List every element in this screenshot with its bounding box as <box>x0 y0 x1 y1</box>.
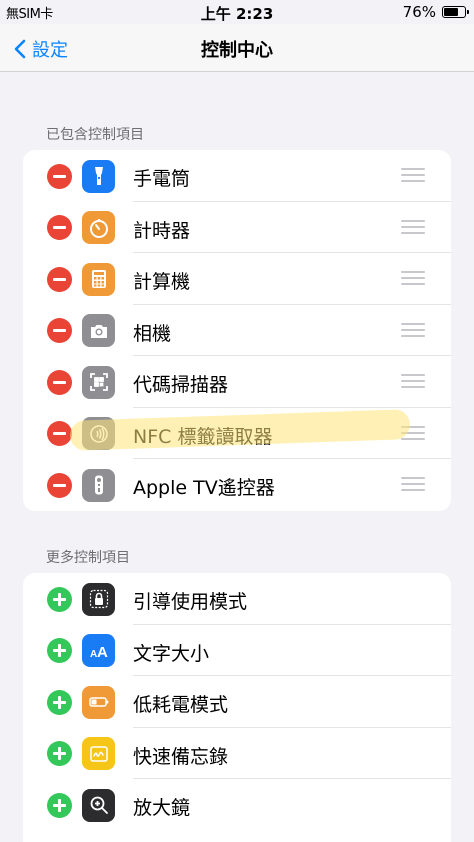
add-button[interactable] <box>47 741 72 766</box>
item-label: NFC 標籤讀取器 <box>133 425 273 448</box>
list-item[interactable]: AA 文字大小 <box>23 625 451 677</box>
list-item[interactable]: 放大鏡 <box>23 779 451 831</box>
drag-handle[interactable] <box>401 374 425 388</box>
item-label: 放大鏡 <box>133 797 191 819</box>
flashlight-icon <box>82 159 115 193</box>
item-label: Apple TV遙控器 <box>133 477 275 499</box>
list-item[interactable]: 計算機 <box>23 253 451 305</box>
drag-handle[interactable] <box>401 219 425 234</box>
included-list: 手電筒 計時器 計算機 相機 代碼掃描器 NFC 標籤讀取器 Apple TV遙… <box>23 150 451 511</box>
list-item[interactable]: NFC 標籤讀取器 <box>23 408 451 460</box>
item-label: 計時器 <box>133 219 191 242</box>
remove-button[interactable] <box>47 215 72 240</box>
lock-icon <box>82 582 115 616</box>
add-button[interactable] <box>47 689 72 715</box>
remove-button[interactable] <box>47 163 72 189</box>
camera-icon <box>82 314 115 347</box>
remove-button[interactable] <box>47 369 72 395</box>
item-label: 文字大小 <box>133 642 210 665</box>
drag-handle[interactable] <box>401 168 425 182</box>
drag-handle[interactable] <box>401 271 425 285</box>
battery-percent: 76% <box>402 3 436 21</box>
list-item[interactable]: 計時器 <box>23 202 451 254</box>
calculator-icon <box>82 262 115 296</box>
svg-text:A: A <box>97 644 108 661</box>
list-item[interactable]: Apple TV遙控器 <box>23 459 451 511</box>
item-label: 快速備忘錄 <box>133 745 229 768</box>
battery-icon <box>82 685 115 719</box>
qr-scanner-icon <box>82 365 115 399</box>
add-button[interactable] <box>47 792 72 818</box>
add-button[interactable] <box>47 638 72 663</box>
drag-handle[interactable] <box>401 322 425 337</box>
remove-button[interactable] <box>47 266 72 292</box>
item-label: 代碼掃描器 <box>133 374 229 396</box>
included-section-header: 已包含控制項目 <box>46 127 144 143</box>
item-label: 低耗電模式 <box>133 694 229 716</box>
navigation-bar: 設定 控制中心 <box>0 24 474 72</box>
tv-remote-icon <box>82 468 115 502</box>
list-item[interactable]: 低耗電模式 <box>23 676 451 728</box>
battery-tip <box>467 10 469 14</box>
item-label: 引導使用模式 <box>133 591 248 613</box>
more-section-header: 更多控制項目 <box>46 550 130 566</box>
list-item[interactable]: 代碼掃描器 <box>23 356 451 408</box>
drag-handle[interactable] <box>401 477 425 491</box>
battery-icon <box>442 6 469 18</box>
list-item[interactable]: 引導使用模式 <box>23 573 451 625</box>
remove-button[interactable] <box>47 318 72 343</box>
magnifier-icon <box>82 788 115 822</box>
list-item[interactable]: 相機 <box>23 305 451 357</box>
remove-button[interactable] <box>47 472 72 498</box>
drag-handle[interactable] <box>401 425 425 440</box>
nfc-icon <box>82 417 115 450</box>
remove-button[interactable] <box>47 421 72 446</box>
item-label: 計算機 <box>133 271 191 293</box>
battery-fill <box>444 8 459 16</box>
more-list: 引導使用模式 AA 文字大小 低耗電模式 快速備忘錄 放大鏡 <box>23 573 451 842</box>
status-bar: 無SIM卡 上午 2:23 76% <box>0 0 474 24</box>
text-size-icon: AA <box>82 634 115 667</box>
item-label: 相機 <box>133 322 172 345</box>
timer-icon <box>82 211 115 244</box>
page-title: 控制中心 <box>201 40 273 61</box>
item-label: 手電筒 <box>133 168 191 190</box>
add-button[interactable] <box>47 586 72 612</box>
list-item[interactable]: 快速備忘錄 <box>23 728 451 780</box>
quick-note-icon <box>82 737 115 770</box>
list-item[interactable]: 手電筒 <box>23 150 451 202</box>
battery-status: 76% <box>402 3 469 21</box>
